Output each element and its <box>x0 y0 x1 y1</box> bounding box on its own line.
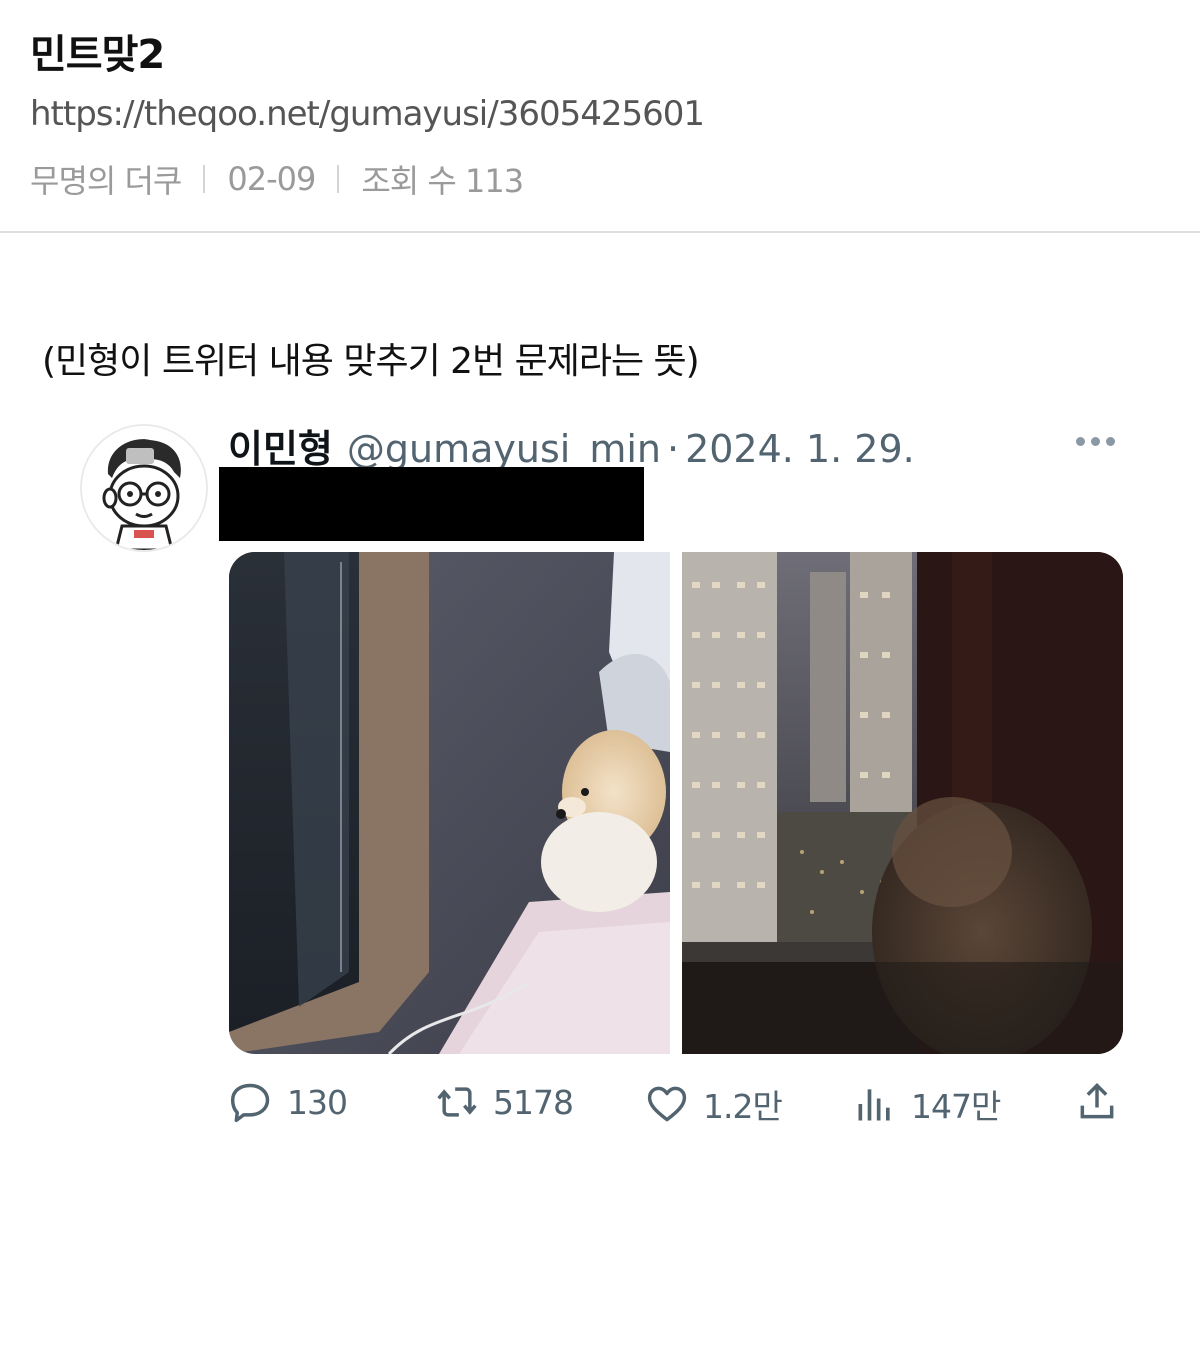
post-meta: 무명의 더쿠 02-09 조회 수 113 <box>30 156 524 202</box>
meta-separator <box>203 165 206 193</box>
views-button[interactable]: 147만 <box>853 1080 1001 1128</box>
heart-icon <box>647 1086 687 1122</box>
reply-icon <box>230 1083 270 1123</box>
embedded-tweet: 이민형 @gumayusi_min · 2024. 1. 29. 130 517… <box>0 400 1200 1160</box>
tweet-date[interactable]: 2024. 1. 29. <box>685 427 915 471</box>
dot <box>1076 436 1085 446</box>
tweet-action-bar: 130 5178 1.2만 147만 <box>229 1080 1123 1128</box>
retweet-button[interactable]: 5178 <box>435 1080 574 1124</box>
tweet-media <box>229 552 1123 1054</box>
post-url-link[interactable]: https://theqoo.net/gumayusi/3605425601 <box>30 94 705 134</box>
post-author: 무명의 더쿠 <box>30 162 182 200</box>
reply-count: 130 <box>287 1082 348 1122</box>
tweet-handle[interactable]: @gumayusi_min <box>347 427 661 471</box>
share-upload-icon <box>1080 1083 1114 1119</box>
dog-night-city-photo-icon <box>682 552 1123 1054</box>
header-divider <box>0 231 1200 233</box>
post-title: 민트맞2 <box>30 32 165 78</box>
avatar[interactable] <box>80 424 208 552</box>
media-photo-dog-night-city[interactable] <box>682 552 1123 1054</box>
cartoon-avatar-icon <box>82 426 206 550</box>
meta-separator <box>337 165 340 193</box>
bar-chart-icon <box>858 1089 890 1121</box>
dog-by-window-photo-icon <box>229 552 670 1054</box>
post-date: 02-09 <box>227 160 316 198</box>
tweet-header: 이민형 @gumayusi_min · 2024. 1. 29. <box>228 418 915 473</box>
like-button[interactable]: 1.2만 <box>645 1080 783 1128</box>
redacted-tweet-text <box>219 467 644 541</box>
dot <box>1091 436 1100 446</box>
media-photo-dog-by-window[interactable] <box>229 552 670 1054</box>
dot <box>1106 436 1115 446</box>
view-count: 147만 <box>911 1087 1001 1126</box>
post-body-caption: (민형이 트위터 내용 맞추기 2번 문제라는 뜻) <box>42 341 700 382</box>
post-views: 조회 수 113 <box>361 162 524 200</box>
post-header: 민트맞2 https://theqoo.net/gumayusi/3605425… <box>0 0 1200 232</box>
retweet-icon <box>437 1087 477 1117</box>
like-count: 1.2만 <box>703 1087 783 1126</box>
share-button[interactable] <box>1075 1080 1119 1124</box>
tweet-display-name[interactable]: 이민형 <box>228 418 333 473</box>
tweet-dot-separator: · <box>666 427 680 471</box>
more-horizontal-icon[interactable] <box>1076 434 1120 448</box>
reply-button[interactable]: 130 <box>229 1080 348 1124</box>
retweet-count: 5178 <box>493 1082 574 1122</box>
